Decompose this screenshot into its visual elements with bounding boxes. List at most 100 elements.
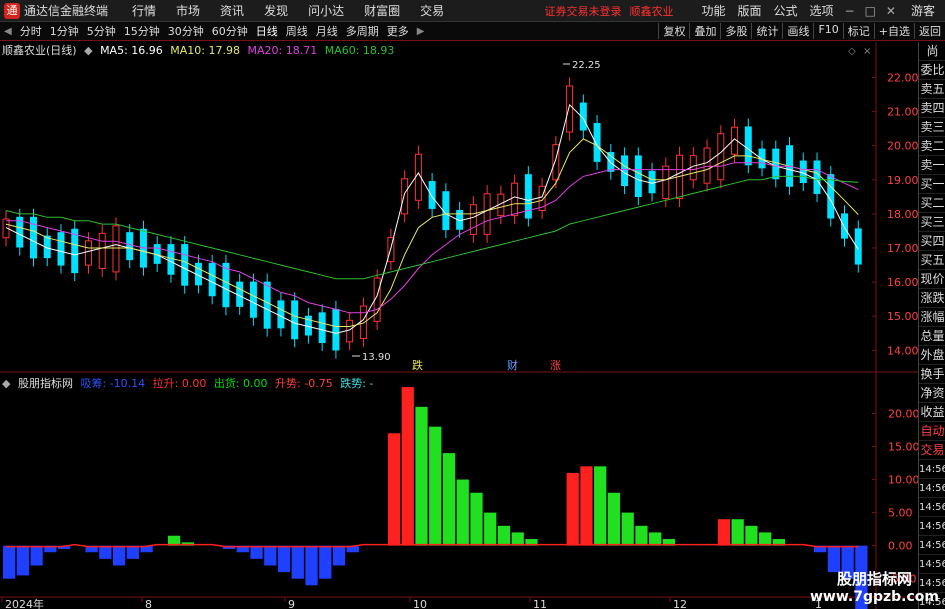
indicator-bar — [429, 426, 442, 546]
period-weekly[interactable]: 周线 — [286, 23, 308, 39]
menu-formula[interactable]: 公式 — [773, 2, 797, 19]
chevron-right-icon[interactable]: ▶ — [417, 26, 425, 37]
indicator-bar — [580, 466, 593, 546]
app-title: 通达信金融终端 — [24, 4, 109, 18]
indicator-y-axis: -5.000.005.0010.0015.0020.00 — [888, 407, 918, 585]
candle-body — [84, 240, 92, 266]
period-60min[interactable]: 60分钟 — [212, 23, 248, 39]
period-daily[interactable]: 日线 — [256, 23, 278, 39]
side-item[interactable]: 外盘 — [919, 346, 945, 365]
side-item[interactable]: 买五 — [919, 251, 945, 270]
side-item[interactable]: 买一 — [919, 175, 945, 194]
side-item[interactable]: 卖五 — [919, 80, 945, 99]
draw-line-button[interactable]: 画线 — [782, 23, 813, 39]
main-y-tick-label: 15.00 — [887, 310, 918, 323]
close-icon[interactable]: ✕ — [886, 4, 896, 18]
indicator-bar — [497, 525, 511, 546]
menu-function[interactable]: 功能 — [701, 2, 725, 19]
side-item[interactable]: 总量 — [919, 327, 945, 346]
menu-item-market[interactable]: 市场 — [176, 2, 200, 19]
menu-item-wealth[interactable]: 财富圈 — [364, 2, 400, 19]
main-y-tick-label: 17.00 — [887, 242, 918, 255]
indicator-bar — [387, 433, 401, 546]
back-button[interactable]: 返回 — [914, 23, 945, 39]
mark-button[interactable]: 标记 — [842, 23, 874, 39]
low-price-label: 13.90 — [362, 352, 391, 363]
side-item[interactable]: 涨幅 — [919, 308, 945, 327]
main-y-tick-label: 20.00 — [887, 140, 918, 153]
indicator-bar — [566, 472, 579, 546]
candle-body — [112, 225, 120, 273]
candle-body — [208, 262, 216, 297]
side-item[interactable]: 交易 — [919, 441, 945, 460]
side-item[interactable]: 卖二 — [919, 137, 945, 156]
chart-area[interactable]: 14.00 15.00 16.00 17.00 18.00 19.00 20.00 21.00… — [0, 42, 918, 609]
close-chart-icon[interactable]: × — [863, 46, 871, 57]
side-item[interactable]: 收益 — [919, 403, 945, 422]
overlay-button[interactable]: 叠加 — [689, 23, 720, 39]
period-intraday[interactable]: 分时 — [20, 23, 42, 39]
statistics-button[interactable]: 统计 — [751, 23, 782, 39]
candle-body — [799, 160, 807, 184]
side-item[interactable]: 委比 — [919, 61, 945, 80]
toolbar-right: 复权 叠加 多股 统计 画线 F10 标记 +自选 返回 — [658, 23, 945, 39]
side-item[interactable]: 自动 — [919, 422, 945, 441]
multi-stock-button[interactable]: 多股 — [720, 23, 751, 39]
period-15min[interactable]: 15分钟 — [124, 23, 160, 39]
indicator-bar — [745, 525, 758, 546]
chevron-left-icon[interactable]: ◀ — [4, 26, 12, 37]
side-item[interactable]: 买四 — [919, 232, 945, 251]
menu-layout[interactable]: 版面 — [737, 2, 761, 19]
indicator-bar — [3, 545, 16, 579]
candle-body — [483, 193, 491, 235]
maximize-icon[interactable]: □ — [865, 4, 876, 18]
menu-item-news[interactable]: 资讯 — [220, 2, 244, 19]
period-monthly[interactable]: 月线 — [316, 23, 338, 39]
guest-label[interactable]: 游客 — [911, 2, 935, 19]
menu-item-ask[interactable]: 问小达 — [308, 2, 344, 19]
side-time-tick: 14:56 — [919, 460, 945, 479]
side-item[interactable]: 买三 — [919, 213, 945, 232]
period-5min[interactable]: 5分钟 — [87, 23, 116, 39]
period-more[interactable]: 更多 — [387, 23, 409, 39]
menu-options[interactable]: 选项 — [810, 2, 834, 19]
collapse-icon[interactable]: ◇ — [848, 46, 856, 57]
f10-button[interactable]: F10 — [813, 23, 842, 39]
side-item[interactable]: 涨跌 — [919, 289, 945, 308]
indicator-bar — [277, 545, 291, 573]
side-item[interactable]: 卖三 — [919, 118, 945, 137]
indicator-bar — [635, 525, 648, 546]
indicator-bar — [759, 532, 772, 546]
candle-body — [648, 170, 656, 194]
menu-item-discover[interactable]: 发现 — [264, 2, 288, 19]
marker-finance: 财 — [507, 358, 518, 372]
side-item[interactable]: 现价 — [919, 270, 945, 289]
menu-item-trade[interactable]: 交易 — [420, 2, 444, 19]
candle-body — [346, 319, 354, 343]
side-item[interactable]: 净资 — [919, 384, 945, 403]
minimize-icon[interactable]: − — [845, 4, 855, 18]
main-y-tick-label: 14.00 — [887, 344, 918, 357]
main-y-axis: 14.00 15.00 16.00 17.00 18.00 19.00 20.00 21.00… — [887, 71, 918, 357]
indicator-bar — [319, 545, 332, 579]
x-tick-label: 12 — [673, 598, 687, 609]
indicator-bar — [16, 545, 29, 576]
period-multi[interactable]: 多周期 — [346, 23, 379, 39]
indicator-bar — [401, 387, 414, 546]
side-item[interactable]: 买二 — [919, 194, 945, 213]
side-item[interactable]: 卖一 — [919, 156, 945, 175]
period-30min[interactable]: 30分钟 — [168, 23, 204, 39]
indicator-bar — [649, 532, 662, 546]
side-item[interactable]: 换手 — [919, 365, 945, 384]
restore-rights-button[interactable]: 复权 — [658, 23, 689, 39]
add-watchlist-button[interactable]: +自选 — [873, 23, 914, 39]
candle-body — [813, 160, 821, 194]
login-warning[interactable]: 证券交易未登录 — [544, 3, 621, 19]
indicator-grid — [872, 412, 876, 580]
period-1min[interactable]: 1分钟 — [50, 23, 79, 39]
menu-item-quotes[interactable]: 行情 — [132, 2, 156, 19]
side-item[interactable]: 卖四 — [919, 99, 945, 118]
app-logo-icon: 通 — [4, 2, 20, 19]
marker-rise: 涨 — [550, 359, 561, 372]
main-y-tick-label: 19.00 — [887, 174, 918, 187]
